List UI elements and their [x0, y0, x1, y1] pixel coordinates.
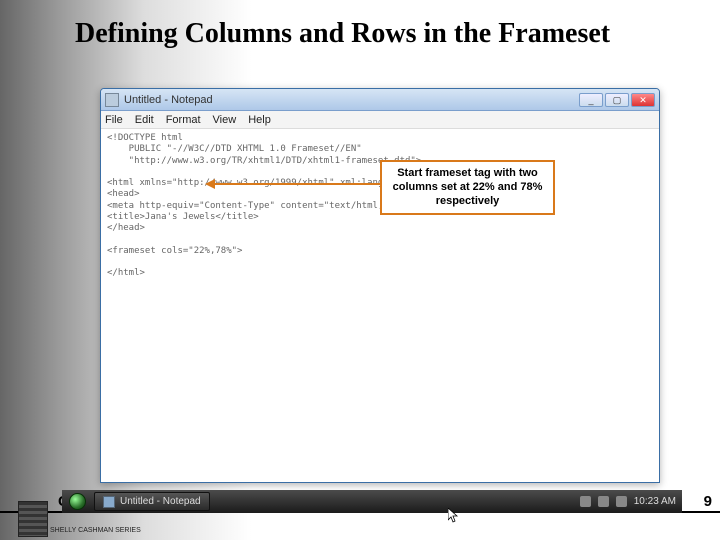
- start-orb-icon: [69, 493, 86, 510]
- start-button[interactable]: [62, 490, 92, 513]
- code-line: </html>: [107, 268, 145, 278]
- code-line: PUBLIC "-//W3C//DTD XHTML 1.0 Frameset//…: [107, 144, 362, 154]
- callout-arrow: [213, 183, 383, 185]
- series-logo-text: SHELLY CASHMAN SERIES: [50, 527, 141, 534]
- menu-format[interactable]: Format: [166, 114, 201, 126]
- menu-view[interactable]: View: [213, 114, 237, 126]
- close-button[interactable]: ✕: [631, 93, 655, 107]
- code-line: "http://www.w3.org/TR/xhtml1/DTD/xhtml1-…: [107, 156, 421, 166]
- slide: Defining Columns and Rows in the Framese…: [0, 0, 720, 540]
- notepad-task-icon: [103, 496, 115, 508]
- menu-help[interactable]: Help: [248, 114, 271, 126]
- notepad-icon: [105, 93, 119, 107]
- menu-edit[interactable]: Edit: [135, 114, 154, 126]
- taskbar: Untitled - Notepad 10:23 AM: [62, 490, 682, 513]
- notepad-menubar: File Edit Format View Help: [101, 111, 659, 129]
- code-line: <!DOCTYPE html: [107, 133, 183, 143]
- menu-file[interactable]: File: [105, 114, 123, 126]
- minimize-button[interactable]: _: [579, 93, 603, 107]
- maximize-button[interactable]: ▢: [605, 93, 629, 107]
- tray-icon[interactable]: [598, 496, 609, 507]
- code-line: <frameset cols="22%,78%">: [107, 246, 242, 256]
- slide-title: Defining Columns and Rows in the Framese…: [75, 18, 635, 50]
- window-buttons: _ ▢ ✕: [579, 93, 655, 107]
- code-line: <head>: [107, 189, 140, 199]
- code-line: </head>: [107, 223, 145, 233]
- tray-icon[interactable]: [580, 496, 591, 507]
- footer-page-number: 9: [704, 493, 712, 510]
- notepad-window: Untitled - Notepad _ ▢ ✕ File Edit Forma…: [100, 88, 660, 483]
- system-tray: 10:23 AM: [574, 496, 682, 507]
- notepad-titlebar: Untitled - Notepad _ ▢ ✕: [101, 89, 659, 111]
- volume-icon[interactable]: [616, 496, 627, 507]
- callout-box: Start frameset tag with two columns set …: [380, 160, 555, 215]
- notepad-title-text: Untitled - Notepad: [124, 94, 579, 106]
- taskbar-item-notepad[interactable]: Untitled - Notepad: [94, 492, 210, 511]
- taskbar-item-label: Untitled - Notepad: [120, 496, 201, 507]
- series-logo: [18, 501, 48, 537]
- code-line: <title>Jana's Jewels</title>: [107, 212, 259, 222]
- clock[interactable]: 10:23 AM: [634, 496, 676, 507]
